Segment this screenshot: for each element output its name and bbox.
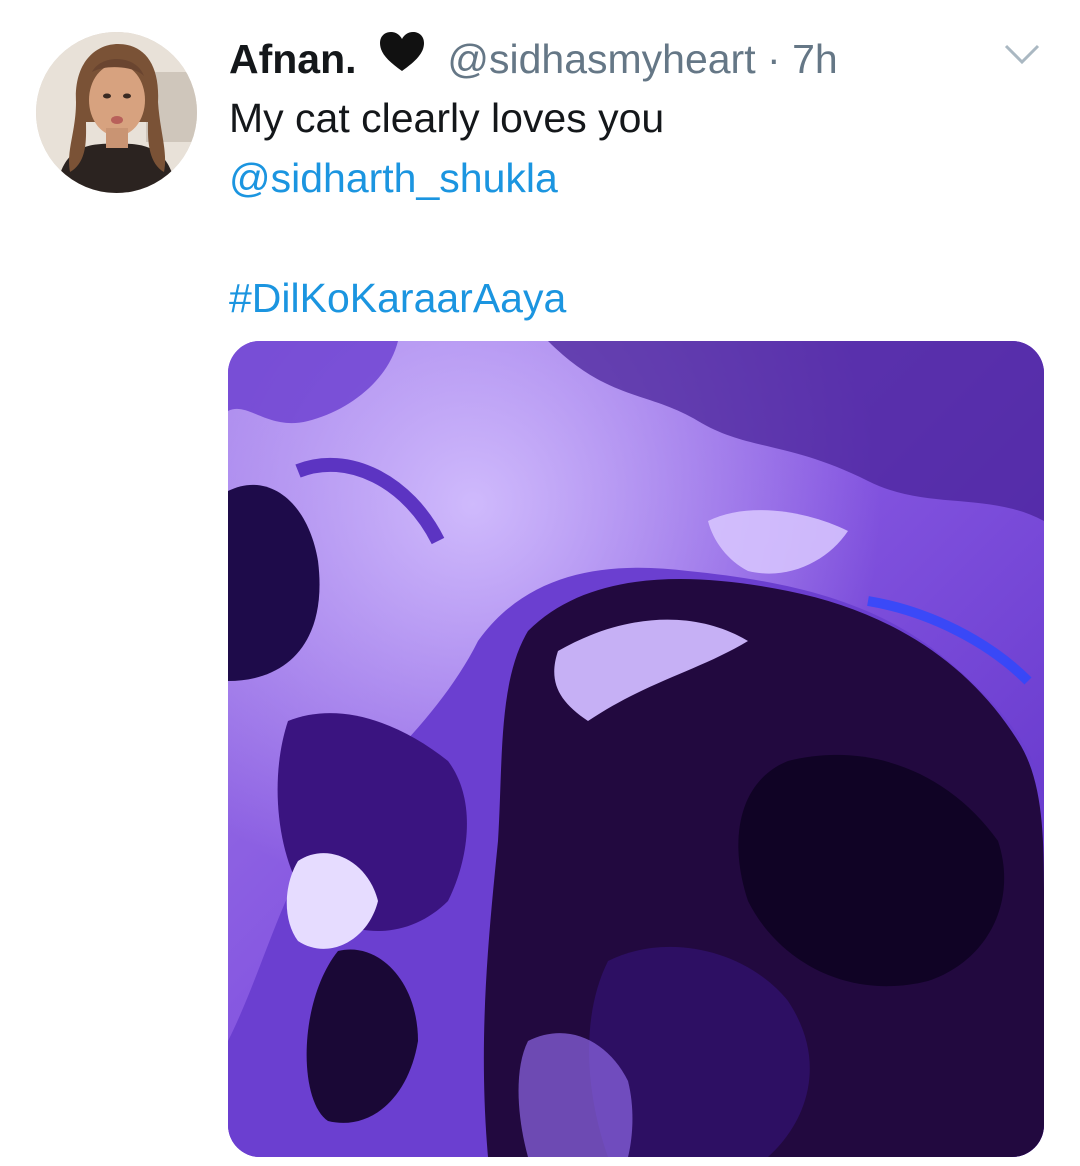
display-name[interactable]: Afnan. xyxy=(229,36,357,82)
tweet-text: My cat clearly loves you xyxy=(229,95,665,141)
user-handle[interactable]: @sidhasmyheart xyxy=(447,36,755,82)
hashtag-link[interactable]: #DilKoKaraarAaya xyxy=(229,268,1040,328)
tweet[interactable]: Afnan. @sidhasmyheart · 7h My cat clearl… xyxy=(0,0,1080,1166)
timestamp[interactable]: 7h xyxy=(792,36,838,82)
tweet-header: Afnan. @sidhasmyheart · 7h xyxy=(229,30,1040,88)
black-heart-icon xyxy=(378,30,426,88)
avatar-image xyxy=(36,32,197,193)
avatar[interactable] xyxy=(36,32,197,193)
mention-link[interactable]: @sidharth_shukla xyxy=(229,148,1040,208)
cat-photo xyxy=(228,341,1044,1157)
tweet-media-image[interactable] xyxy=(228,341,1044,1157)
tweet-body: Afnan. @sidhasmyheart · 7h My cat clearl… xyxy=(229,30,1040,328)
separator: · xyxy=(767,36,781,82)
